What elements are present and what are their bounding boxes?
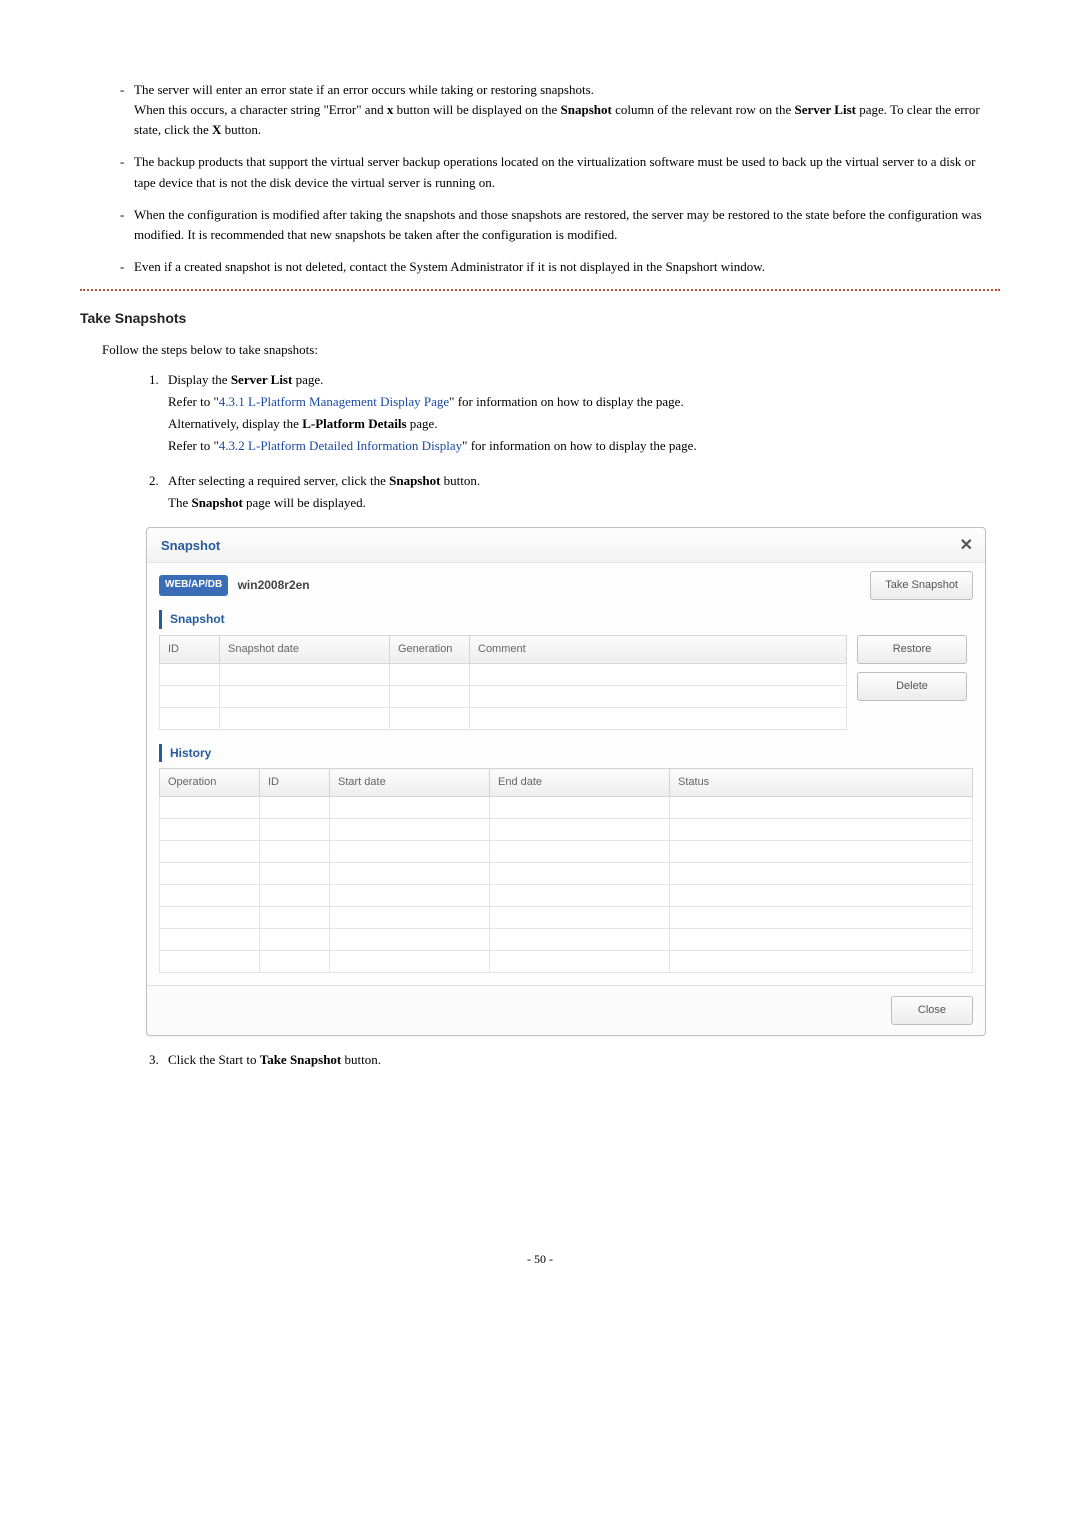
table-row[interactable] (160, 663, 847, 685)
divider-dotted (80, 289, 1000, 290)
section-history-label: History (159, 744, 973, 763)
table-row[interactable] (160, 819, 973, 841)
notes-list: The server will enter an error state if … (80, 80, 1000, 277)
take-snapshot-button[interactable]: Take Snapshot (870, 571, 973, 600)
subheading-take-snapshots: Take Snapshots (80, 308, 1000, 330)
section-snapshot-label: Snapshot (159, 610, 973, 629)
server-type-badge: WEB/AP/DB (159, 575, 228, 596)
snapshot-col-date: Snapshot date (220, 635, 390, 663)
snapshot-col-id: ID (160, 635, 220, 663)
server-row: WEB/AP/DB win2008r2en Take Snapshot (159, 571, 973, 600)
table-row[interactable] (160, 841, 973, 863)
history-col-operation: Operation (160, 769, 260, 797)
page-number: - 50 - (80, 1250, 1000, 1269)
table-row[interactable] (160, 907, 973, 929)
table-row[interactable] (160, 707, 847, 729)
history-col-id: ID (260, 769, 330, 797)
delete-button[interactable]: Delete (857, 672, 967, 701)
table-row[interactable] (160, 685, 847, 707)
link-431[interactable]: 4.3.1 L-Platform Management Display Page (219, 394, 449, 409)
table-row[interactable] (160, 797, 973, 819)
link-432[interactable]: 4.3.2 L-Platform Detailed Information Di… (219, 438, 462, 453)
table-row[interactable] (160, 885, 973, 907)
note-item: Even if a created snapshot is not delete… (120, 257, 1000, 277)
intro-text: Follow the steps below to take snapshots… (102, 340, 1000, 360)
close-icon[interactable]: ✕ (960, 538, 973, 554)
snapshot-dialog: Snapshot ✕ WEB/AP/DB win2008r2en Take Sn… (146, 527, 986, 1037)
step-2: After selecting a required server, click… (162, 471, 1000, 1037)
note-item: The server will enter an error state if … (120, 80, 1000, 140)
note-line: The server will enter an error state if … (134, 80, 1000, 100)
history-table: Operation ID Start date End date Status (159, 768, 973, 973)
table-row[interactable] (160, 863, 973, 885)
note-item: When the configuration is modified after… (120, 205, 1000, 245)
note-line: When this occurs, a character string "Er… (134, 100, 1000, 140)
close-button[interactable]: Close (891, 996, 973, 1025)
snapshot-table: ID Snapshot date Generation Comment (159, 635, 847, 730)
dialog-title: Snapshot (161, 536, 220, 556)
history-col-end: End date (490, 769, 670, 797)
table-row[interactable] (160, 951, 973, 973)
snapshot-col-generation: Generation (390, 635, 470, 663)
table-row[interactable] (160, 929, 973, 951)
server-name: win2008r2en (238, 578, 310, 592)
history-col-start: Start date (330, 769, 490, 797)
steps-list: Display the Server List page. Refer to "… (102, 370, 1000, 1071)
snapshot-col-comment: Comment (470, 635, 847, 663)
step-1: Display the Server List page. Refer to "… (162, 370, 1000, 457)
note-item: The backup products that support the vir… (120, 152, 1000, 192)
restore-button[interactable]: Restore (857, 635, 967, 664)
step-3: Click the Start to Take Snapshot button. (162, 1050, 1000, 1070)
dialog-titlebar: Snapshot ✕ (147, 528, 985, 563)
history-col-status: Status (670, 769, 973, 797)
